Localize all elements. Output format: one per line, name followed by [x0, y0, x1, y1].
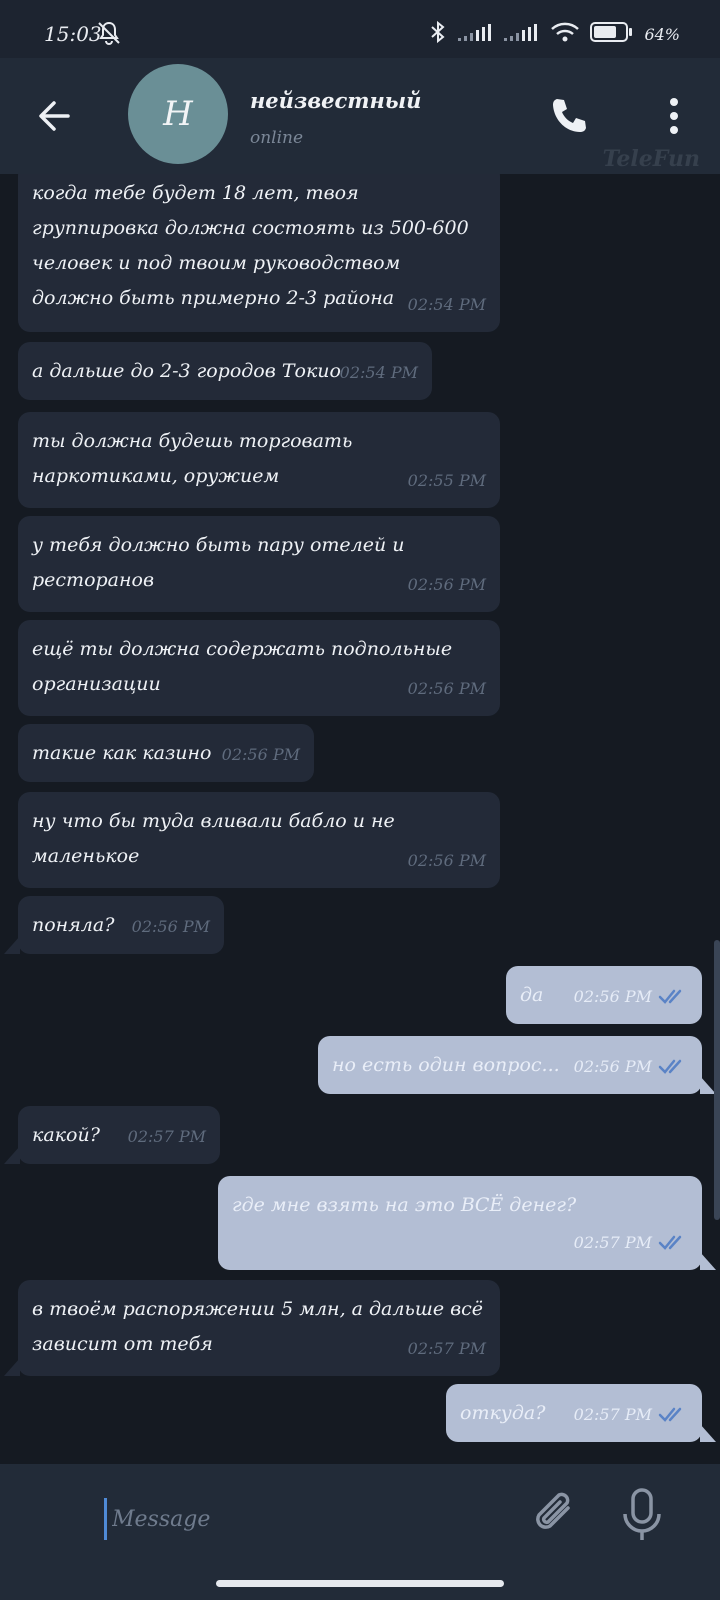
message-text: да: [520, 984, 544, 1006]
composer-bar: [0, 1464, 720, 1600]
message-time: 02:57 PM: [127, 1127, 206, 1146]
double-check-icon: [658, 1059, 682, 1074]
message-time: 02:56 PM: [574, 1049, 688, 1084]
wifi-icon: [550, 21, 580, 47]
contact-status: online: [250, 128, 304, 148]
attach-button[interactable]: [528, 1486, 584, 1542]
message-bubble-incoming[interactable]: такие как казино 02:56 PM: [18, 724, 314, 782]
signal-icon: [458, 22, 494, 46]
message-time: 02:56 PM: [407, 851, 486, 870]
message-time: 02:54 PM: [339, 363, 418, 382]
message-text: у тебя должно быть пару отелей и рестора…: [32, 534, 405, 591]
message-time: 02:56 PM: [407, 679, 486, 698]
microphone-button[interactable]: [620, 1486, 664, 1546]
message-time: 02:56 PM: [221, 745, 300, 764]
message-text: поняла?: [32, 914, 115, 936]
microphone-icon: [623, 1488, 661, 1540]
arrow-left-icon: [39, 101, 70, 131]
message-text: а дальше до 2-3 городов Токио: [32, 360, 341, 382]
bluetooth-icon: [428, 20, 448, 48]
message-text: но есть один вопрос...: [332, 1054, 560, 1076]
home-indicator[interactable]: [216, 1580, 504, 1587]
message-time: 02:55 PM: [407, 471, 486, 490]
chat-header: H нейзвестный online TeleFun: [0, 58, 720, 174]
message-text: ну что бы туда вливали бабло и не малень…: [32, 810, 395, 867]
message-text: ты должна будешь торговать наркотиками, …: [32, 430, 353, 487]
message-text: ещё ты должна содержать подпольные орган…: [32, 638, 453, 695]
message-text: какой?: [32, 1124, 100, 1146]
signal-icon: [504, 22, 540, 46]
message-text: такие как казино: [32, 742, 212, 764]
battery-icon: [590, 21, 634, 47]
call-button[interactable]: [548, 94, 592, 138]
avatar-letter: H: [163, 94, 193, 134]
message-bubble-incoming[interactable]: в твоём распоряжении 5 млн, а дальше всё…: [4, 1280, 500, 1376]
message-bubble-incoming[interactable]: у тебя должно быть пару отелей и рестора…: [18, 516, 500, 612]
message-time: 02:57 PM: [407, 1339, 486, 1358]
battery-percent: 64%: [644, 24, 680, 44]
message-time: 02:56 PM: [574, 979, 688, 1014]
message-bubble-incoming[interactable]: какой? 02:57 PM: [4, 1106, 220, 1164]
message-list[interactable]: когда тебе будет 18 лет, твоя группировк…: [0, 174, 720, 1464]
more-vertical-icon: [670, 98, 678, 134]
message-time: 02:54 PM: [407, 295, 486, 314]
double-check-icon: [658, 1407, 682, 1422]
message-bubble-incoming[interactable]: когда тебе будет 18 лет, твоя группировк…: [18, 174, 500, 332]
message-bubble-outgoing[interactable]: но есть один вопрос... 02:56 PM: [318, 1036, 716, 1094]
avatar[interactable]: H: [128, 64, 228, 164]
back-button[interactable]: [32, 92, 80, 140]
message-text: когда тебе будет 18 лет, твоя группировк…: [32, 182, 469, 309]
paperclip-icon: [536, 1492, 570, 1529]
message-time: 02:57 PM: [574, 1225, 688, 1260]
message-text: где мне взять на это ВСЁ денег?: [232, 1194, 577, 1216]
phone-icon: [553, 99, 586, 132]
bell-off-icon: [96, 20, 122, 50]
message-time: 02:56 PM: [131, 917, 210, 936]
message-bubble-outgoing[interactable]: откуда? 02:57 PM: [446, 1384, 716, 1442]
message-text: откуда?: [460, 1402, 546, 1424]
message-time: 02:57 PM: [574, 1397, 688, 1432]
message-bubble-outgoing[interactable]: да 02:56 PM: [506, 966, 702, 1024]
double-check-icon: [658, 989, 682, 1004]
more-options-button[interactable]: [660, 96, 688, 136]
text-cursor: [104, 1498, 107, 1540]
message-input[interactable]: [110, 1494, 494, 1544]
message-bubble-incoming[interactable]: а дальше до 2-3 городов Токио 02:54 PM: [18, 342, 432, 400]
message-bubble-incoming[interactable]: ну что бы туда вливали бабло и не малень…: [18, 792, 500, 888]
contact-name[interactable]: нейзвестный: [250, 88, 421, 113]
scrollbar-thumb[interactable]: [714, 940, 720, 1220]
message-time: 02:56 PM: [407, 575, 486, 594]
message-bubble-incoming[interactable]: ещё ты должна содержать подпольные орган…: [18, 620, 500, 716]
status-bar: 15:03 64%: [0, 0, 720, 58]
status-time: 15:03: [44, 22, 102, 46]
watermark: TeleFun: [602, 146, 700, 172]
double-check-icon: [658, 1235, 682, 1250]
message-bubble-incoming[interactable]: ты должна будешь торговать наркотиками, …: [18, 412, 500, 508]
message-bubble-incoming[interactable]: поняла? 02:56 PM: [4, 896, 224, 954]
message-bubble-outgoing[interactable]: где мне взять на это ВСЁ денег? 02:57 PM: [218, 1176, 716, 1270]
